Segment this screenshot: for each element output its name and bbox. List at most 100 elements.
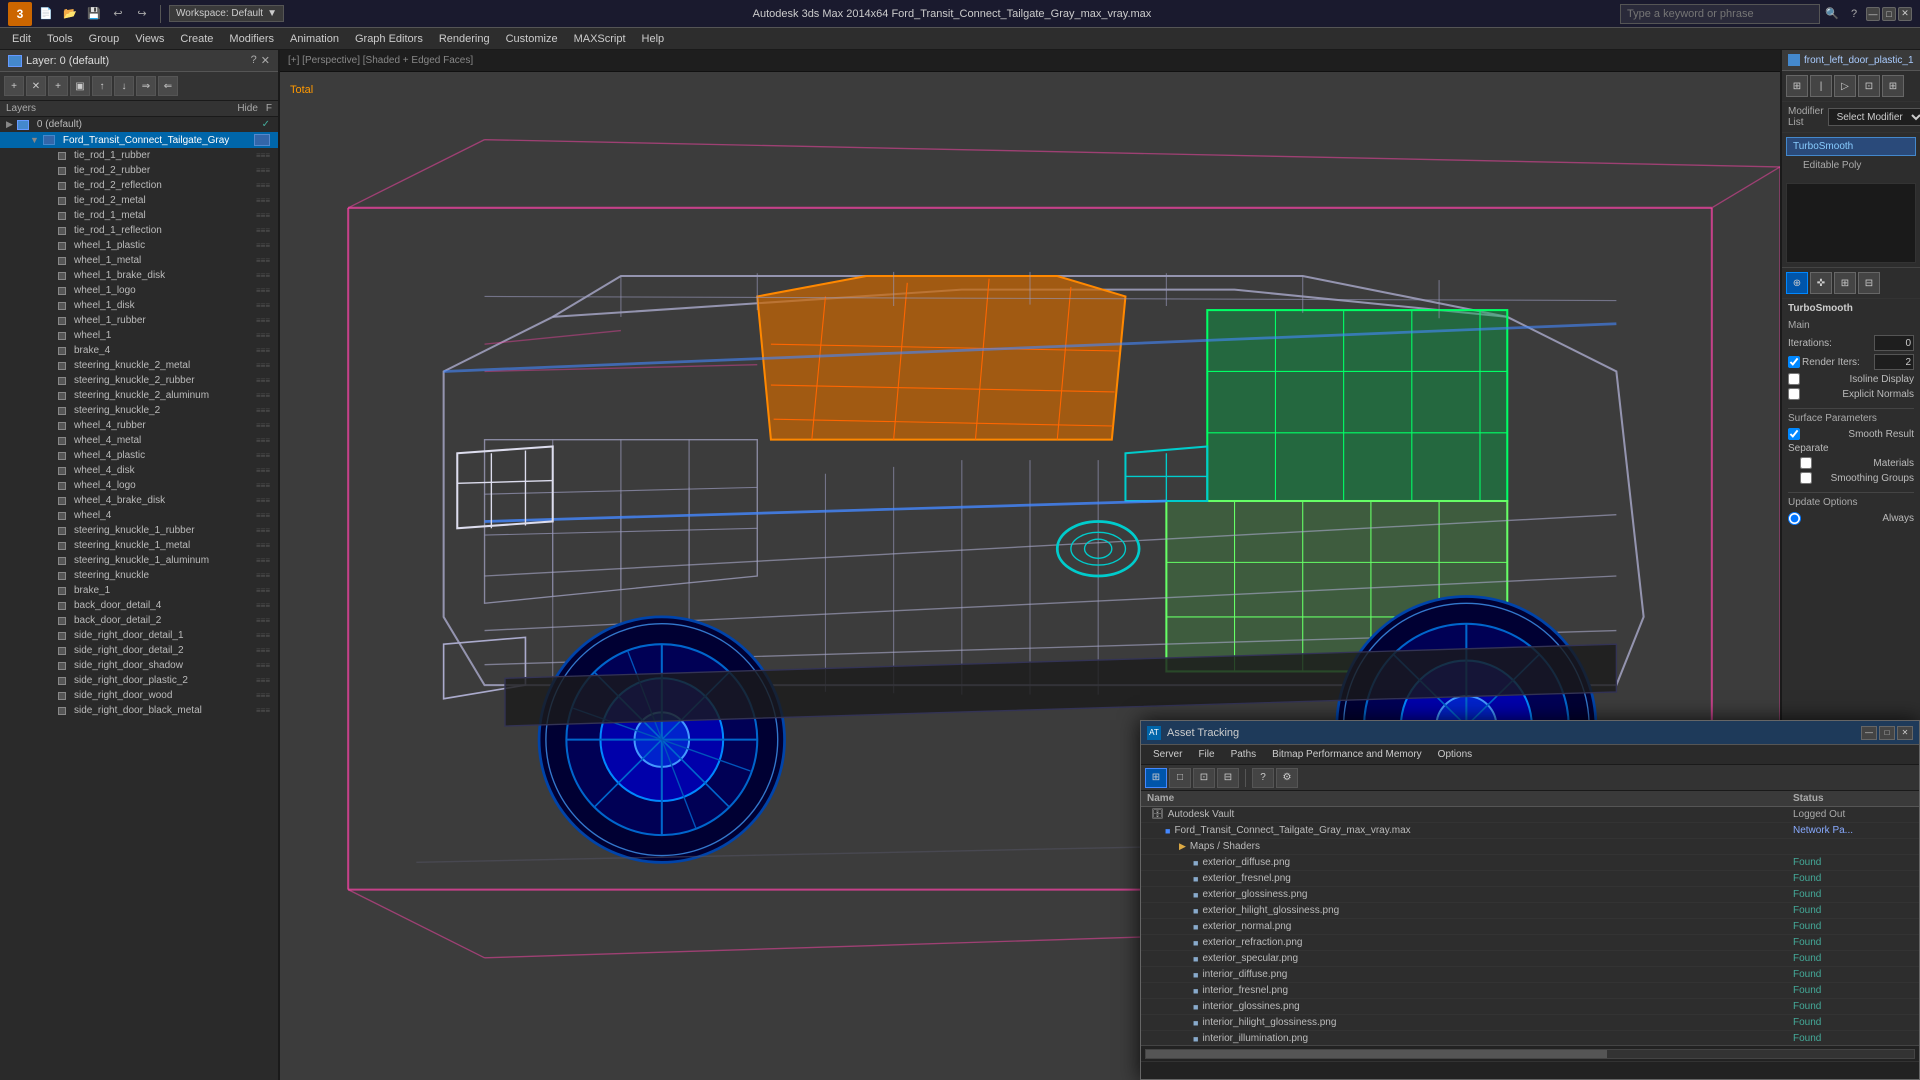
layer-item-side_right_door_black_metal[interactable]: side_right_door_black_metal≡≡≡ [0,703,278,718]
menu-item-views[interactable]: Views [127,31,172,47]
layer-item-tie_rod_1_metal[interactable]: tie_rod_1_metal≡≡≡ [0,208,278,223]
layer-item-wheel_1_plastic[interactable]: wheel_1_plastic≡≡≡ [0,238,278,253]
at-row-1[interactable]: ■ Ford_Transit_Connect_Tailgate_Gray_max… [1141,823,1919,839]
layer-item-steering_knuckle_1_rubber[interactable]: steering_knuckle_1_rubber≡≡≡ [0,523,278,538]
layer-item-back_door_detail_2[interactable]: back_door_detail_2≡≡≡ [0,613,278,628]
nav-btn-5[interactable]: ⊞ [1882,75,1904,97]
nav-btn-1[interactable]: ⊞ [1786,75,1808,97]
isoline-checkbox[interactable] [1788,373,1800,385]
at-tool-4[interactable]: ⊟ [1217,768,1239,788]
layer-item-wheel_1_metal[interactable]: wheel_1_metal≡≡≡ [0,253,278,268]
nav-btn-3[interactable]: ▷ [1834,75,1856,97]
maximize-btn[interactable]: □ [1882,7,1896,21]
render-iters-input[interactable] [1874,354,1914,370]
nav-btn-2[interactable]: | [1810,75,1832,97]
menu-item-graph-editors[interactable]: Graph Editors [347,31,431,47]
at-row-9[interactable]: ■ exterior_specular.png Found [1141,951,1919,967]
open-btn[interactable]: 📂 [60,4,80,24]
at-row-2[interactable]: ▶ Maps / Shaders [1141,839,1919,855]
menu-item-animation[interactable]: Animation [282,31,347,47]
modifier-turbosmoothitem[interactable]: TurboSmooth [1786,137,1916,156]
search-input[interactable] [1620,4,1820,24]
layer-new-btn[interactable]: + [4,76,24,96]
layer-item-brake_1[interactable]: brake_1≡≡≡ [0,583,278,598]
at-scrollbar-thumb[interactable] [1146,1050,1607,1058]
layer-item-steering_knuckle_2_rubber[interactable]: steering_knuckle_2_rubber≡≡≡ [0,373,278,388]
at-row-6[interactable]: ■ exterior_hilight_glossiness.png Found [1141,903,1919,919]
always-radio[interactable] [1788,512,1801,525]
layer-item-wheel_1_brake_disk[interactable]: wheel_1_brake_disk≡≡≡ [0,268,278,283]
layer-item-side_right_door_detail_2[interactable]: side_right_door_detail_2≡≡≡ [0,643,278,658]
save-btn[interactable]: 💾 [84,4,104,24]
at-row-14[interactable]: ■ interior_illumination.png Found [1141,1031,1919,1045]
layer-item-steering_knuckle_1_aluminum[interactable]: steering_knuckle_1_aluminum≡≡≡ [0,553,278,568]
iterations-input[interactable] [1874,335,1914,351]
at-maximize-btn[interactable]: □ [1879,726,1895,740]
layer-item-wheel_4_disk[interactable]: wheel_4_disk≡≡≡ [0,463,278,478]
at-tool-6[interactable]: ⚙ [1276,768,1298,788]
layer-item-steering_knuckle_2[interactable]: steering_knuckle_2≡≡≡ [0,403,278,418]
at-row-10[interactable]: ■ interior_diffuse.png Found [1141,967,1919,983]
hide-btn[interactable]: Hide [237,103,258,114]
layer-add-sel-btn[interactable]: + [48,76,68,96]
menu-item-help[interactable]: Help [634,31,673,47]
menu-item-tools[interactable]: Tools [39,31,81,47]
close-btn[interactable]: ✕ [1898,7,1912,21]
at-menu-server[interactable]: Server [1145,747,1190,762]
layer-item-wheel_4[interactable]: wheel_4≡≡≡ [0,508,278,523]
menu-item-create[interactable]: Create [172,31,221,47]
layer-item-side_right_door_shadow[interactable]: side_right_door_shadow≡≡≡ [0,658,278,673]
at-tool-5[interactable]: ? [1252,768,1274,788]
layer-transfer-btn[interactable]: ⇐ [158,76,178,96]
layer-item-back_door_detail_4[interactable]: back_door_detail_4≡≡≡ [0,598,278,613]
layer-item-wheel_1_logo[interactable]: wheel_1_logo≡≡≡ [0,283,278,298]
at-close-btn[interactable]: ✕ [1897,726,1913,740]
layer-item-tie_rod_1_rubber[interactable]: tie_rod_1_rubber≡≡≡ [0,148,278,163]
at-row-0[interactable]: 🗄 Autodesk Vault Logged Out [1141,807,1919,823]
undo-btn[interactable]: ↩ [108,4,128,24]
layer-item-steering_knuckle_1_metal[interactable]: steering_knuckle_1_metal≡≡≡ [0,538,278,553]
smooth-result-checkbox[interactable] [1788,428,1800,440]
menu-item-maxscript[interactable]: MAXScript [566,31,634,47]
layer-delete-btn[interactable]: ✕ [26,76,46,96]
layer-item-tie_rod_2_metal[interactable]: tie_rod_2_metal≡≡≡ [0,193,278,208]
layer-item-wheel_1_disk[interactable]: wheel_1_disk≡≡≡ [0,298,278,313]
at-row-5[interactable]: ■ exterior_glossiness.png Found [1141,887,1919,903]
redo-btn[interactable]: ↪ [132,4,152,24]
explicit-checkbox[interactable] [1788,388,1800,400]
layer-item-wheel_4_logo[interactable]: wheel_4_logo≡≡≡ [0,478,278,493]
new-btn[interactable]: 📄 [36,4,56,24]
menu-item-rendering[interactable]: Rendering [431,31,498,47]
nav-zoom-btn[interactable]: ⊞ [1834,272,1856,294]
layer-merge-btn[interactable]: ⇒ [136,76,156,96]
menu-item-edit[interactable]: Edit [4,31,39,47]
modifier-editable-poly[interactable]: Editable Poly [1786,156,1916,175]
at-row-8[interactable]: ■ exterior_refraction.png Found [1141,935,1919,951]
layer-item-tie_rod_1_reflection[interactable]: tie_rod_1_reflection≡≡≡ [0,223,278,238]
layer-item-wheel_1[interactable]: wheel_1≡≡≡ [0,328,278,343]
at-menu-options[interactable]: Options [1430,747,1480,762]
at-tool-2[interactable]: □ [1169,768,1191,788]
at-row-3[interactable]: ■ exterior_diffuse.png Found [1141,855,1919,871]
layer-item-steering_knuckle[interactable]: steering_knuckle≡≡≡ [0,568,278,583]
at-row-7[interactable]: ■ exterior_normal.png Found [1141,919,1919,935]
at-menu-file[interactable]: File [1190,747,1222,762]
at-minimize-btn[interactable]: — [1861,726,1877,740]
at-tool-3[interactable]: ⊡ [1193,768,1215,788]
at-menu-paths[interactable]: Paths [1223,747,1265,762]
layer-item-side_right_door_plastic_2[interactable]: side_right_door_plastic_2≡≡≡ [0,673,278,688]
layer-item-wheel_4_rubber[interactable]: wheel_4_rubber≡≡≡ [0,418,278,433]
help-icon[interactable]: ? [1844,4,1864,24]
layer-help-btn[interactable]: ? [251,54,257,67]
layer-up-btn[interactable]: ↑ [92,76,112,96]
layer-select-btn[interactable]: ▣ [70,76,90,96]
layer-item-brake_4[interactable]: brake_4≡≡≡ [0,343,278,358]
at-row-4[interactable]: ■ exterior_fresnel.png Found [1141,871,1919,887]
layer-item-wheel_4_brake_disk[interactable]: wheel_4_brake_disk≡≡≡ [0,493,278,508]
modifier-dropdown[interactable]: Select Modifier [1828,108,1920,126]
menu-item-customize[interactable]: Customize [498,31,566,47]
layer-item-layer0[interactable]: ▶ 0 (default)✓ [0,117,278,132]
layer-item-wheel_4_metal[interactable]: wheel_4_metal≡≡≡ [0,433,278,448]
at-row-11[interactable]: ■ interior_fresnel.png Found [1141,983,1919,999]
workspace-selector[interactable]: Workspace: Default ▼ [169,5,284,22]
